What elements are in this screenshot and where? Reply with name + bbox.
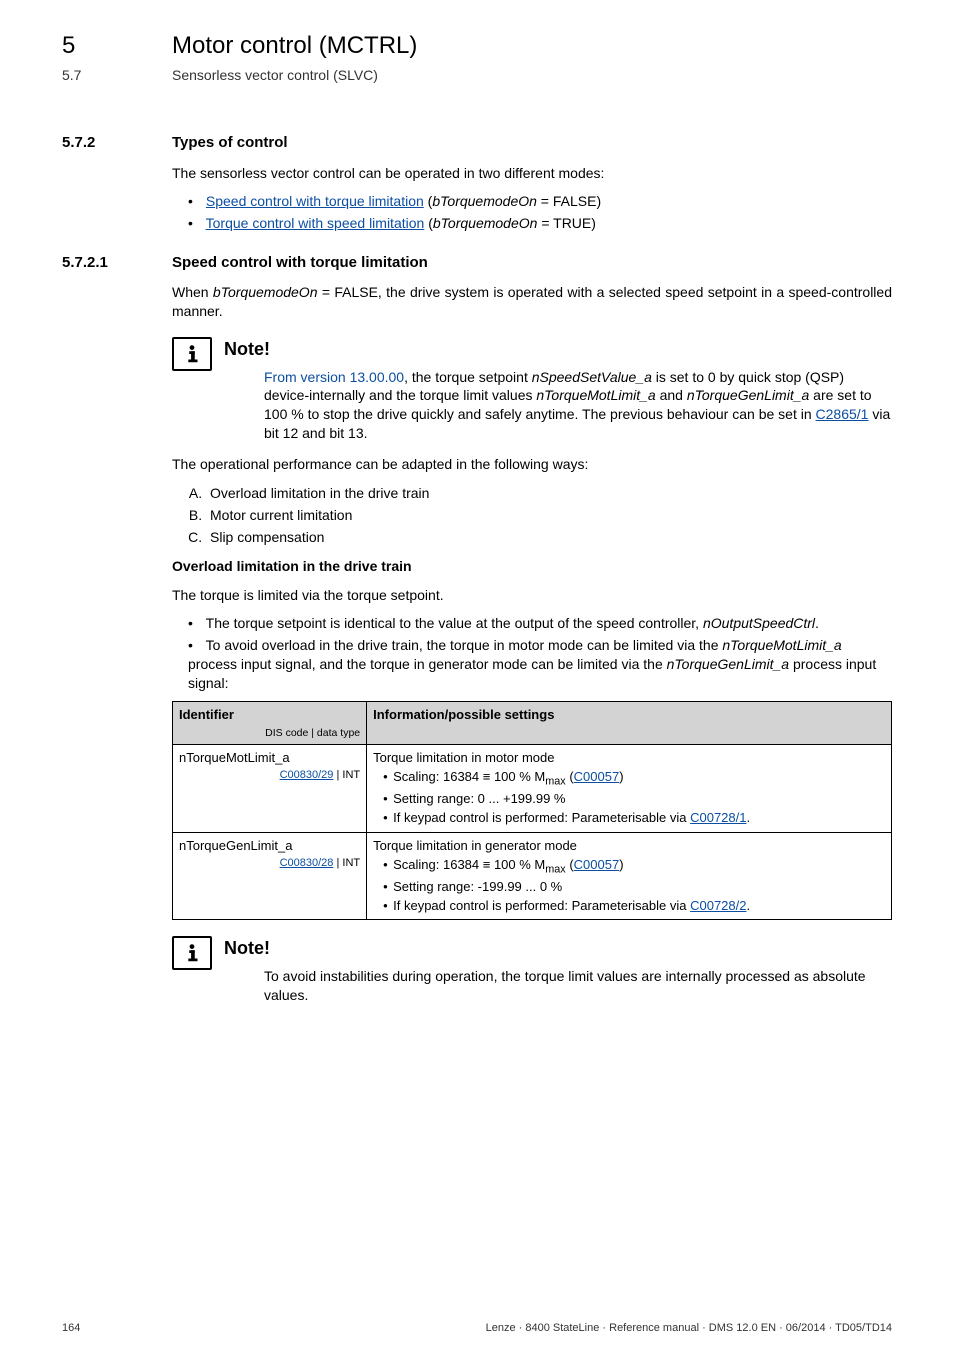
heading-5721-title: Speed control with torque limitation [172,253,428,273]
note-text: To avoid instabilities during operation,… [224,967,892,1005]
section-header: 5.7 Sensorless vector control (SLVC) [62,66,892,85]
text-dis: DIS code | data type [179,726,360,740]
section-title: Sensorless vector control (SLVC) [172,66,378,85]
text: ( [424,215,433,231]
identifier-name: nTorqueGenLimit_a [179,838,292,853]
page-number: 164 [62,1321,80,1336]
list-item: Scaling: 16384 ≡ 100 % Mmax (C00057) [383,768,885,789]
divider-dashes: _ _ _ _ _ _ _ _ _ _ _ _ _ _ _ _ _ _ _ _ … [62,95,892,109]
heading-overload: Overload limitation in the drive train [172,557,892,576]
list-item: Slip compensation [206,528,892,547]
table-header-row: Identifier DIS code | data type Informat… [173,702,892,745]
list-performance: Overload limitation in the drive train M… [206,484,892,547]
para-5721-1: When bTorquemodeOn = FALSE, the drive sy… [172,283,892,321]
heading-5721-num: 5.7.2.1 [62,253,172,273]
list-item: Overload limitation in the drive train [206,484,892,503]
table-row: nTorqueGenLimit_a C00830/28 | INT Torque l… [173,832,892,920]
table-row: nTorqueMotLimit_a C00830/29 | INT Torque l… [173,744,892,832]
page-footer: 164 Lenze · 8400 StateLine · Reference m… [62,1321,892,1336]
text: and [656,387,687,403]
text: , the torque setpoint [404,369,532,385]
list-item: If keypad control is performed: Paramete… [383,897,885,915]
para-perf-intro: The operational performance can be adapt… [172,455,892,474]
info-list: Scaling: 16384 ≡ 100 % Mmax (C00057)Sett… [373,768,885,826]
info-icon [172,337,212,371]
list-item: To avoid overload in the drive train, th… [188,636,892,693]
text-ital: nTorqueGenLimit_a [687,387,809,403]
subscript: max [545,776,565,788]
identifier-name: nTorqueMotLimit_a [179,750,290,765]
info-lead: Torque limitation in motor mode [373,749,885,767]
note-title: Note! [224,936,892,960]
text-highlight: From version 13.00.00 [264,369,404,385]
text-ital: bTorquemodeOn [433,215,538,231]
identifier-code: C00830/28 | INT [179,856,360,871]
text: To avoid overload in the drive train, th… [206,637,723,653]
identifier-code: C00830/29 | INT [179,768,360,783]
list-item: If keypad control is performed: Paramete… [383,809,885,827]
th-info: Information/possible settings [367,702,892,745]
heading-572-num: 5.7.2 [62,133,172,153]
section-number: 5.7 [62,66,172,85]
text: Identifier [179,707,234,722]
subscript: max [545,864,565,876]
list-item: Motor current limitation [206,506,892,525]
link-code[interactable]: C00728/2 [690,898,746,913]
text-ital: nTorqueGenLimit_a [667,656,789,672]
list-item: The torque setpoint is identical to the … [188,614,892,633]
chapter-header: 5 Motor control (MCTRL) [62,30,892,62]
heading-5721: 5.7.2.1 Speed control with torque limita… [62,253,892,273]
text-ital: bTorquemodeOn [432,193,537,209]
heading-572-title: Types of control [172,133,288,153]
para-572-intro: The sensorless vector control can be ope… [172,164,892,183]
info-lead: Torque limitation in generator mode [373,837,885,855]
text: The torque setpoint is identical to the … [206,615,703,631]
list-572-modes: Speed control with torque limitation (bT… [188,192,892,233]
info-list: Scaling: 16384 ≡ 100 % Mmax (C00057)Sett… [373,856,885,914]
text-ital: nTorqueMotLimit_a [722,637,841,653]
chapter-title: Motor control (MCTRL) [172,30,417,62]
note-block-1: Note! From version 13.00.00, the torque … [172,337,892,443]
list-item: Torque control with speed limitation (bT… [188,214,892,233]
cell-info: Torque limitation in motor modeScaling: … [367,744,892,832]
cell-identifier: nTorqueMotLimit_a C00830/29 | INT [173,744,367,832]
link-c2865-1[interactable]: C2865/1 [816,406,869,422]
info-icon [172,936,212,970]
text-ital: nOutputSpeedCtrl [703,615,815,631]
chapter-number: 5 [62,30,172,62]
link-code[interactable]: C00057 [574,857,620,872]
table-torque-limits: Identifier DIS code | data type Informat… [172,701,892,920]
note-block-2: Note! To avoid instabilities during oper… [172,936,892,1004]
note-title: Note! [224,337,892,361]
list-item: Scaling: 16384 ≡ 100 % Mmax (C00057) [383,856,885,877]
cell-identifier: nTorqueGenLimit_a C00830/28 | INT [173,832,367,920]
link-code[interactable]: C00830/29 [280,769,334,781]
text: process input signal, and the torque in … [188,656,667,672]
link-code[interactable]: C00728/1 [690,810,746,825]
text: = FALSE) [537,193,601,209]
text: = TRUE) [537,215,595,231]
list-item: Setting range: -199.99 ... 0 % [383,878,885,896]
para-overload-1: The torque is limited via the torque set… [172,586,892,605]
list-item: Speed control with torque limitation (bT… [188,192,892,211]
link-torque-control[interactable]: Torque control with speed limitation [206,215,425,231]
text: . [815,615,819,631]
link-code[interactable]: C00830/28 [280,857,334,869]
text-ital: nSpeedSetValue_a [532,369,652,385]
text-ital: bTorquemodeOn [213,284,318,300]
list-overload: The torque setpoint is identical to the … [188,614,892,693]
link-code[interactable]: C00057 [574,769,620,784]
footer-text: Lenze · 8400 StateLine · Reference manua… [486,1321,892,1336]
th-identifier: Identifier DIS code | data type [173,702,367,745]
cell-info: Torque limitation in generator modeScali… [367,832,892,920]
list-item: Setting range: 0 ... +199.99 % [383,790,885,808]
heading-572: 5.7.2 Types of control [62,133,892,153]
text: When [172,284,213,300]
text-ital: nTorqueMotLimit_a [536,387,655,403]
note-text: From version 13.00.00, the torque setpoi… [224,368,892,444]
link-speed-control[interactable]: Speed control with torque limitation [206,193,424,209]
